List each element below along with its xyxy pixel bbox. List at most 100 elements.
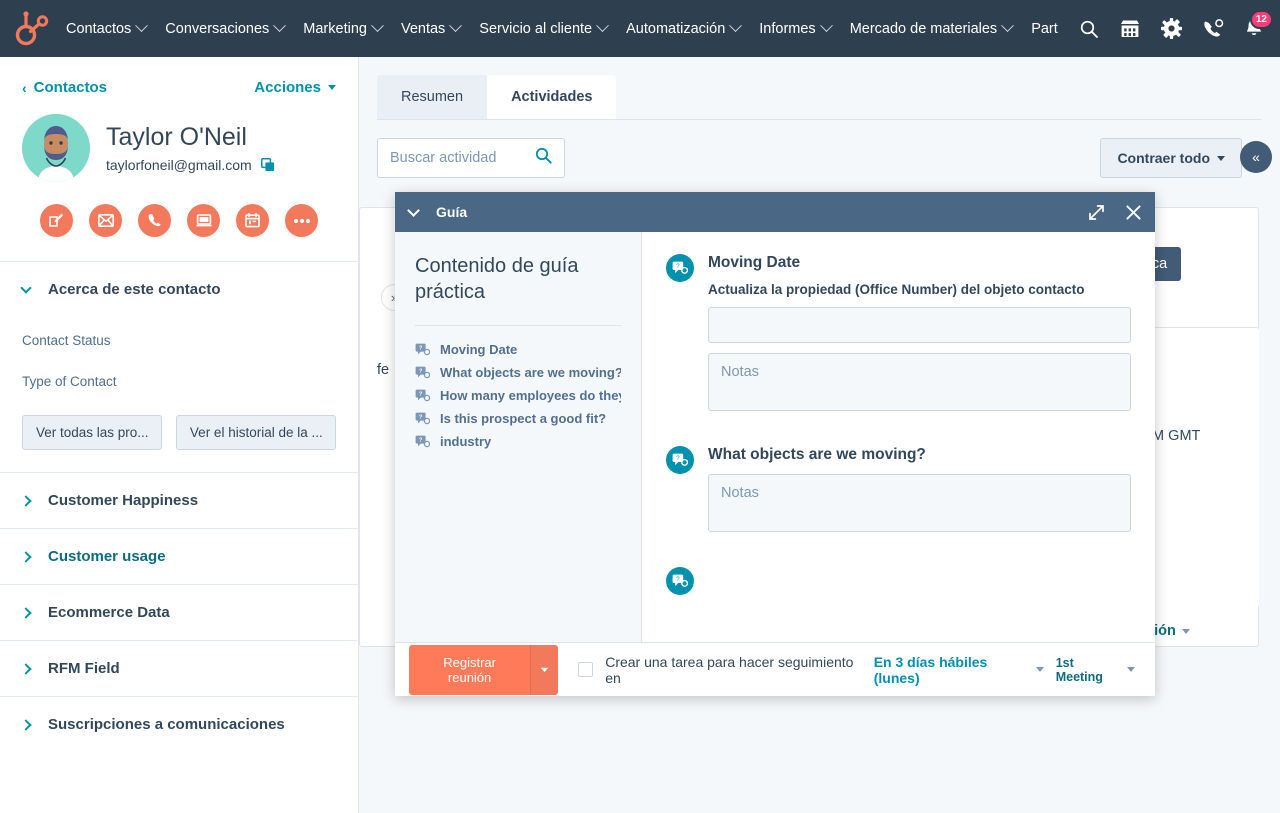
playbook-question-icon: ? — [415, 412, 431, 425]
playbook-contents-item-good-fit[interactable]: ? Is this prospect a good fit? — [415, 411, 621, 426]
meeting-type-label: 1st Meeting — [1055, 655, 1103, 684]
sidebar-section-rfm-field: RFM Field — [0, 640, 358, 696]
timeline-fragment-text: fe — [377, 362, 390, 378]
gear-icon[interactable] — [1161, 18, 1182, 39]
note-icon[interactable] — [40, 204, 73, 237]
sidebar-header: ‹ Contactos Acciones — [0, 57, 358, 96]
chevron-down-icon — [1001, 19, 1015, 33]
copy-icon[interactable] — [260, 158, 275, 172]
search-activity-box[interactable] — [377, 138, 565, 178]
chevron-down-icon[interactable] — [407, 203, 420, 217]
sidebar-section-title: Customer Happiness — [48, 492, 199, 509]
notes-textarea[interactable] — [708, 353, 1131, 411]
playbook-question-icon: ? — [666, 567, 694, 595]
nav-item-automatizacion[interactable]: Automatización — [626, 15, 743, 43]
activity-tabs: Resumen Actividades — [359, 57, 1280, 119]
nav-item-partners[interactable]: Part — [1031, 15, 1058, 43]
log-meeting-button[interactable]: Registrar reunión — [409, 644, 531, 695]
create-followup-task-checkbox[interactable] — [578, 662, 594, 677]
playbook-contents-item-label: Moving Date — [440, 342, 518, 358]
view-all-properties-button[interactable]: Ver todas las pro... — [22, 415, 162, 450]
nav-item-servicio-al-cliente[interactable]: Servicio al cliente — [479, 15, 609, 43]
nav-item-informes[interactable]: Informes — [759, 15, 833, 43]
view-property-history-button[interactable]: Ver el historial de la ... — [175, 415, 336, 450]
followup-due-dropdown[interactable]: En 3 días hábiles (lunes) — [874, 654, 1044, 686]
chevron-right-icon — [20, 718, 32, 731]
sidebar-section-ecommerce-data: Ecommerce Data — [0, 584, 358, 640]
playbook-contents-item-label: What objects are we moving? — [440, 365, 621, 381]
about-properties: Contact Status Type of Contact Ver todas… — [0, 317, 358, 472]
meeting-calendar-icon[interactable] — [236, 204, 269, 237]
notes-textarea[interactable] — [708, 474, 1131, 532]
hubspot-sprocket-logo[interactable] — [12, 9, 52, 49]
actions-label: Acciones — [254, 79, 321, 96]
sidebar-section-title: Ecommerce Data — [48, 604, 170, 621]
contact-name: Taylor O'Neil — [106, 122, 247, 151]
meeting-type-dropdown[interactable]: 1st Meeting — [1056, 656, 1135, 684]
email-icon[interactable] — [89, 204, 122, 237]
playbook-question-icon: ? — [415, 435, 431, 448]
svg-text:?: ? — [419, 438, 423, 444]
nav-item-ventas[interactable]: Ventas — [401, 15, 463, 43]
tab-label: Actividades — [511, 89, 593, 105]
log-meeting-options-button[interactable] — [530, 644, 559, 695]
create-followup-task-label: Crear una tarea para hacer seguimiento e… — [605, 653, 854, 686]
playbook-modal-header: Guía — [395, 192, 1155, 232]
sidebar-section-header-customer-usage[interactable]: Customer usage — [0, 529, 358, 584]
notifications-bell-icon[interactable]: 12 — [1244, 10, 1273, 39]
playbook-contents-item-what-objects[interactable]: ? What objects are we moving? — [415, 365, 621, 380]
search-input[interactable] — [390, 150, 530, 166]
back-to-contacts-link[interactable]: ‹ Contactos — [22, 79, 107, 96]
expand-diagonal-icon[interactable] — [1089, 204, 1104, 220]
collapse-all-button[interactable]: Contraer todo — [1100, 138, 1242, 178]
more-actions-icon[interactable] — [285, 204, 318, 237]
call-icon[interactable] — [138, 204, 171, 237]
nav-item-mercado-de-materiales[interactable]: Mercado de materiales — [850, 15, 1015, 43]
nav-item-label: Contactos — [66, 20, 132, 37]
marketplace-icon[interactable] — [1119, 19, 1141, 39]
chevron-down-icon — [449, 19, 463, 33]
nav-items: Contactos Conversaciones Marketing Venta… — [66, 15, 1079, 43]
log-icon[interactable] — [187, 204, 220, 237]
caret-down-icon — [328, 85, 336, 90]
nav-item-contactos[interactable]: Contactos — [66, 15, 149, 43]
playbook-modal: Guía Contenido de guía práctica ? Moving… — [395, 192, 1155, 696]
playbook-question-icon: ? — [666, 254, 694, 282]
sidebar-section-header-subscriptions[interactable]: Suscripciones a comunicaciones — [0, 697, 358, 752]
nav-item-conversaciones[interactable]: Conversaciones — [165, 15, 287, 43]
actions-dropdown[interactable]: Acciones — [254, 79, 336, 96]
nav-item-label: Marketing — [303, 20, 367, 37]
nav-item-label: Automatización — [626, 20, 726, 37]
playbook-contents-item-industry[interactable]: ? industry — [415, 434, 621, 449]
phone-icon[interactable] — [1202, 18, 1224, 39]
contact-email: taylorfoneil@gmail.com — [106, 157, 252, 174]
playbook-contents-item-moving-date[interactable]: ? Moving Date — [415, 342, 621, 357]
search-icon[interactable] — [1079, 19, 1099, 39]
sidebar-section-header-customer-happiness[interactable]: Customer Happiness — [0, 473, 358, 528]
top-navigation-bar: Contactos Conversaciones Marketing Venta… — [0, 0, 1280, 57]
caret-down-icon — [1181, 628, 1190, 634]
sidebar-section-title: Acerca de este contacto — [48, 281, 221, 298]
chevron-down-icon — [135, 19, 149, 33]
caret-down-icon — [540, 667, 549, 672]
playbook-contents-panel: Contenido de guía práctica ? Moving Date… — [395, 232, 642, 642]
contact-email-row: taylorfoneil@gmail.com — [106, 157, 275, 173]
sidebar-section-header-about[interactable]: Acerca de este contacto — [0, 262, 358, 317]
office-number-input[interactable] — [708, 307, 1131, 343]
nav-item-marketing[interactable]: Marketing — [303, 15, 384, 43]
playbook-contents-item-how-many-employees[interactable]: ? How many employees do they … — [415, 388, 621, 403]
playbook-questions-panel: ? Moving Date Actualiza la propiedad (Of… — [642, 232, 1155, 642]
tab-actividades[interactable]: Actividades — [487, 75, 617, 119]
collapse-right-rail-button[interactable]: « — [1240, 141, 1272, 173]
question-title: What objects are we moving? — [708, 446, 926, 463]
tab-resumen[interactable]: Resumen — [377, 75, 488, 119]
search-icon[interactable] — [535, 147, 552, 169]
sidebar-section-header-rfm-field[interactable]: RFM Field — [0, 641, 358, 696]
sidebar-section-header-ecommerce-data[interactable]: Ecommerce Data — [0, 585, 358, 640]
chevron-right-icon — [20, 550, 32, 563]
playbook-question-icon: ? — [415, 343, 431, 356]
sidebar-section-about: Acerca de este contacto Contact Status T… — [0, 261, 358, 472]
chevron-down-icon — [819, 19, 833, 33]
chevron-down-icon — [20, 281, 32, 294]
close-icon[interactable] — [1126, 204, 1141, 220]
